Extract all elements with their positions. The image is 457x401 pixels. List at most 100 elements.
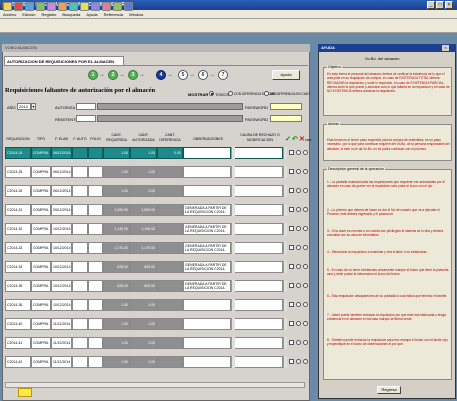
reject-radio[interactable] [303,207,308,212]
export-button[interactable] [18,388,32,397]
autoriza-password-field[interactable] [270,103,302,110]
step-3[interactable]: 3 [128,70,138,80]
step-7[interactable]: 7 [218,70,228,80]
cell-scrollbar[interactable] [283,280,287,292]
cell-obs[interactable] [183,337,231,349]
horizontal-scrollbar[interactable] [5,382,305,388]
approve-checkbox[interactable] [289,188,294,193]
cell-causa[interactable] [234,337,283,349]
close-icon[interactable]: × [445,1,453,9]
table-row[interactable]: C2014-26 COMPRA 06/12/2014 1.00 1.00 [5,185,308,197]
cell-obs[interactable]: GENERADA A PARTIR DE LA REQUISICION C201… [183,204,231,216]
cell-obs[interactable] [183,147,231,159]
return-radio[interactable] [296,207,301,212]
world-icon[interactable] [124,2,133,11]
mail-icon[interactable] [102,2,111,11]
return-radio[interactable] [296,264,301,269]
cell-obs[interactable]: GENERADA A PARTIR DE LA REQUISICION C201… [183,280,231,292]
reject-radio[interactable] [303,169,308,174]
cell-causa[interactable] [234,223,283,235]
cell-scrollbar[interactable] [231,280,235,292]
table-row[interactable]: C2014-33 COMPRA 10/12/2014 1,170.00 1,170.00… [5,242,308,254]
cell-scrollbar[interactable] [231,166,235,178]
approve-checkbox[interactable] [289,264,294,269]
step-5[interactable]: 5 [178,70,188,80]
save-icon[interactable] [25,2,34,11]
help-close-icon[interactable]: × [442,45,449,51]
cell-obs[interactable] [183,356,231,368]
reject-radio[interactable] [303,359,308,364]
minimize-icon[interactable]: _ [427,1,435,9]
cell-causa[interactable] [234,242,283,254]
cell-scrollbar[interactable] [231,204,235,216]
return-radio[interactable] [296,302,301,307]
cell-obs[interactable]: GENERADA A PARTIR DE LA REQUISICION C201… [183,223,231,235]
remitente-id-field[interactable] [76,115,96,122]
cell-causa[interactable] [234,299,283,311]
reject-radio[interactable] [303,264,308,269]
print-icon[interactable] [58,2,67,11]
step-6[interactable]: 6 [198,70,208,80]
cell-scrollbar[interactable] [283,356,287,368]
reject-radio[interactable] [303,150,308,155]
cell-causa[interactable] [234,261,283,273]
return-radio[interactable] [296,283,301,288]
reject-radio[interactable] [303,188,308,193]
menu-busqueda[interactable]: Busqueda [59,10,83,19]
menu-registro[interactable]: Registro [38,10,59,19]
table-row[interactable]: C2014-42 COMPRA 11/12/2014 1.00 1.00 [5,356,308,368]
cell-scrollbar[interactable] [231,318,235,330]
refresh-icon[interactable] [36,2,45,11]
cell-scrollbar[interactable] [231,242,235,254]
cell-scrollbar[interactable] [283,299,287,311]
return-radio[interactable] [296,150,301,155]
table-row[interactable]: C2014-24 COMPRA 06/12/2014 1.00 1.00 0.00 [5,147,308,159]
cell-scrollbar[interactable] [231,261,235,273]
users-icon[interactable] [47,2,56,11]
return-radio[interactable] [296,188,301,193]
year-dropdown-icon[interactable]: ▾ [31,103,36,110]
table-row[interactable]: C2014-40 COMPRA 11/12/2014 1.00 1.00 [5,318,308,330]
cell-obs[interactable] [183,299,231,311]
step-2[interactable]: 2 [108,70,118,80]
approve-checkbox[interactable] [289,359,294,364]
menu-ayuda[interactable]: Ayuda [83,10,100,19]
step-4[interactable]: 4 [156,70,166,80]
cell-scrollbar[interactable] [283,185,287,197]
menu-window[interactable]: Window [126,10,146,19]
folder-icon[interactable] [3,2,12,11]
table-row[interactable]: C2014-25 COMPRA 06/12/2014 1.00 1.00 [5,166,308,178]
table-row[interactable]: C2014-35 COMPRA 10/12/2014 625.00 625.00 GENE… [5,280,308,292]
return-radio[interactable] [296,340,301,345]
reject-radio[interactable] [303,340,308,345]
cell-scrollbar[interactable] [231,185,235,197]
maximize-icon[interactable]: □ [436,1,444,9]
table-row[interactable]: C2014-36 COMPRA 10/12/2014 1.00 1.00 [5,299,308,311]
cell-scrollbar[interactable] [231,299,235,311]
step-1[interactable]: 1 [88,70,98,80]
cell-obs[interactable]: GENERADA A PARTIR DE LA REQUISICION C201… [183,242,231,254]
remitente-password-field[interactable] [270,115,302,122]
stop-icon[interactable] [14,2,23,11]
approve-checkbox[interactable] [289,302,294,307]
filter-sin-diferencia-radio[interactable] [264,91,269,96]
cell-scrollbar[interactable] [283,337,287,349]
cell-causa[interactable] [234,280,283,292]
filter-todos-radio[interactable] [209,91,214,96]
cell-scrollbar[interactable] [231,356,235,368]
cell-causa[interactable] [234,185,283,197]
cell-obs[interactable]: GENERADA A PARTIR DE LA REQUISICION C201… [183,261,231,273]
cell-scrollbar[interactable] [283,147,287,159]
approve-checkbox[interactable] [289,150,294,155]
table-row[interactable]: C2014-41 COMPRA 11/12/2014 1.00 1.00 [5,337,308,349]
menu-referencia[interactable]: Referencia [101,10,126,19]
filter-con-diferencia-radio[interactable] [228,91,233,96]
box-icon[interactable] [113,2,122,11]
reject-radio[interactable] [303,245,308,250]
autoriza-id-field[interactable] [76,103,96,110]
return-radio[interactable] [296,359,301,364]
approve-checkbox[interactable] [289,207,294,212]
reject-radio[interactable] [303,226,308,231]
cell-scrollbar[interactable] [283,223,287,235]
reject-radio[interactable] [303,321,308,326]
